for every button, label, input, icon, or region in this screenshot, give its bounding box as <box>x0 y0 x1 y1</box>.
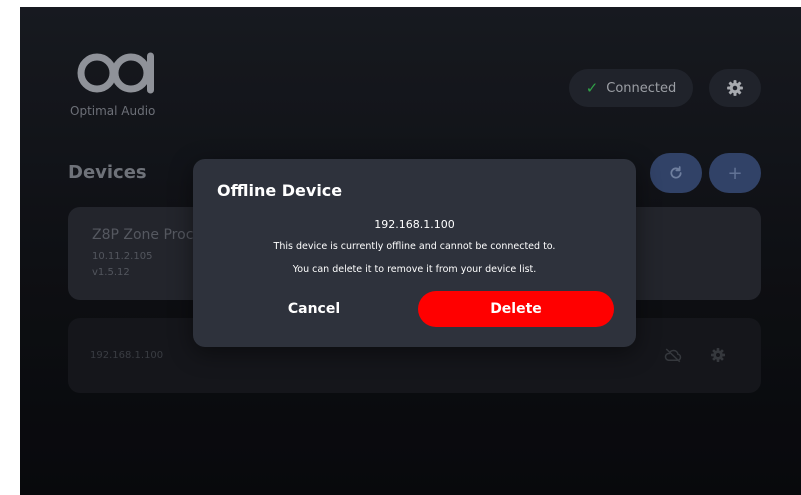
dialog-title: Offline Device <box>217 181 343 200</box>
offline-device-dialog: Offline Device 192.168.1.100 This device… <box>193 159 636 347</box>
app-window: Optimal Audio ✓ Connected Devices + Z8P … <box>20 7 801 495</box>
delete-button[interactable]: Delete <box>418 291 614 327</box>
dialog-message-line-1: This device is currently offline and can… <box>273 241 556 252</box>
dialog-message-line-2: You can delete it to remove it from your… <box>292 264 537 275</box>
cancel-button[interactable]: Cancel <box>265 291 363 327</box>
dialog-device-ip: 192.168.1.100 <box>374 218 455 231</box>
